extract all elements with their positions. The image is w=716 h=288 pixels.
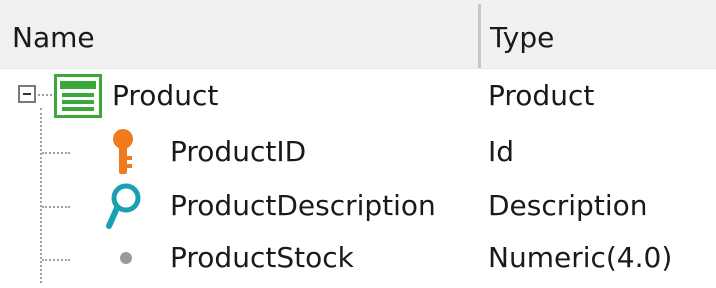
tree-row-productdescription[interactable]: ProductDescription Description	[0, 176, 716, 236]
type-column-header[interactable]: Type	[490, 0, 554, 68]
attribute-dot-icon	[120, 252, 132, 264]
tree-row-product[interactable]: Product Product	[0, 66, 716, 126]
transaction-table-icon	[54, 74, 102, 118]
tree-item-type: Id	[488, 135, 515, 168]
tree-row-productid[interactable]: ProductID Id	[0, 122, 716, 182]
name-column-header[interactable]: Name	[12, 0, 95, 68]
collapse-toggle-icon[interactable]	[18, 85, 36, 103]
tree-item-name: ProductDescription	[170, 189, 436, 222]
tree-item-name: ProductID	[170, 135, 307, 168]
description-key-icon	[106, 183, 141, 229]
tree-row-productstock[interactable]: ProductStock Numeric(4.0)	[0, 228, 716, 288]
tree-item-name: Product	[112, 79, 219, 112]
tree-item-type: Description	[488, 189, 648, 222]
tree-item-name: ProductStock	[170, 241, 354, 274]
column-resize-handle[interactable]	[478, 4, 481, 68]
column-header: Name Type	[0, 0, 716, 69]
key-icon	[113, 129, 133, 174]
tree-item-type: Numeric(4.0)	[488, 241, 673, 274]
tree-item-type: Product	[488, 79, 595, 112]
